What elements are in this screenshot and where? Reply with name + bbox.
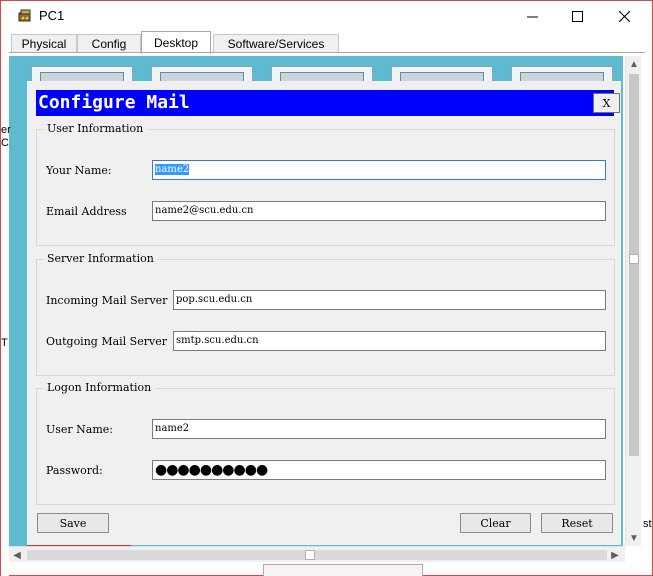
email-address-input[interactable]: name2@scu.edu.cn	[152, 201, 606, 221]
logon-information-group: Logon Information User Name: name2 Passw…	[36, 381, 615, 505]
user-name-input[interactable]: name2	[152, 419, 606, 439]
user-information-group: User Information Your Name: name2 Email …	[36, 122, 615, 246]
scroll-up-icon[interactable]: ▲	[626, 56, 642, 72]
bottom-panel-edge	[263, 564, 423, 576]
tab-software-services[interactable]: Software/Services	[213, 34, 339, 53]
group-legend: User Information	[43, 122, 148, 135]
outgoing-mail-server-input[interactable]: smtp.scu.edu.cn	[173, 331, 606, 351]
scroll-left-icon[interactable]: ◀	[9, 547, 25, 563]
your-name-input[interactable]: name2	[152, 160, 606, 180]
background-text-fragment: C	[1, 137, 9, 149]
scroll-grip	[305, 550, 315, 560]
configure-mail-dialog: Configure Mail X User Information Your N…	[27, 81, 621, 545]
scroll-right-icon[interactable]: ▶	[607, 547, 623, 563]
tab-desktop[interactable]: Desktop	[141, 31, 211, 54]
scroll-grip	[629, 254, 639, 264]
save-button[interactable]: Save	[37, 513, 109, 533]
maximize-button[interactable]	[554, 1, 600, 31]
incoming-mail-server-input[interactable]: pop.scu.edu.cn	[173, 290, 606, 310]
group-legend: Server Information	[43, 252, 158, 265]
window-titlebar[interactable]: PC1	[1, 1, 652, 31]
password-label: Password:	[46, 464, 103, 477]
close-button[interactable]	[601, 1, 647, 31]
tab-divider	[9, 52, 645, 53]
scroll-down-icon[interactable]: ▼	[626, 530, 642, 546]
background-text-fragment: T	[1, 337, 8, 349]
network-device-icon	[18, 9, 31, 22]
group-legend: Logon Information	[43, 381, 156, 394]
outgoing-mail-server-label: Outgoing Mail Server	[46, 335, 167, 348]
tab-physical[interactable]: Physical	[11, 34, 77, 53]
background-text-fragment: er	[1, 124, 11, 136]
dialog-titlebar: Configure Mail X	[36, 90, 620, 116]
minimize-button[interactable]	[509, 1, 555, 31]
reset-button[interactable]: Reset	[541, 513, 613, 533]
server-information-group: Server Information Incoming Mail Server …	[36, 252, 615, 376]
scroll-thumb[interactable]	[629, 74, 639, 456]
email-address-label: Email Address	[46, 205, 127, 218]
dialog-close-button[interactable]: X	[593, 93, 620, 113]
background-text-fragment: st	[643, 518, 652, 530]
user-name-label: User Name:	[46, 423, 114, 436]
password-input[interactable]: ●●●●●●●●●●	[152, 460, 606, 480]
background-edge: er C T	[1, 31, 11, 576]
tab-config[interactable]: Config	[77, 34, 141, 53]
selected-text: name2	[155, 164, 190, 175]
incoming-mail-server-label: Incoming Mail Server	[46, 294, 168, 307]
your-name-label: Your Name:	[46, 164, 112, 177]
close-icon	[618, 10, 630, 22]
tab-bar: Physical Config Desktop Software/Service…	[1, 31, 652, 54]
clear-button[interactable]: Clear	[460, 513, 531, 533]
horizontal-scrollbar[interactable]: ◀ ▶	[9, 546, 625, 562]
minimize-icon	[526, 16, 538, 17]
pc1-window: PC1 Physical Config Desktop Software/Ser…	[0, 0, 653, 576]
window-title: PC1	[39, 8, 65, 23]
maximize-icon	[571, 10, 583, 22]
dialog-title: Configure Mail	[38, 92, 190, 113]
scroll-thumb[interactable]	[27, 550, 607, 560]
vertical-scrollbar[interactable]: ▲ ▼	[625, 56, 641, 546]
